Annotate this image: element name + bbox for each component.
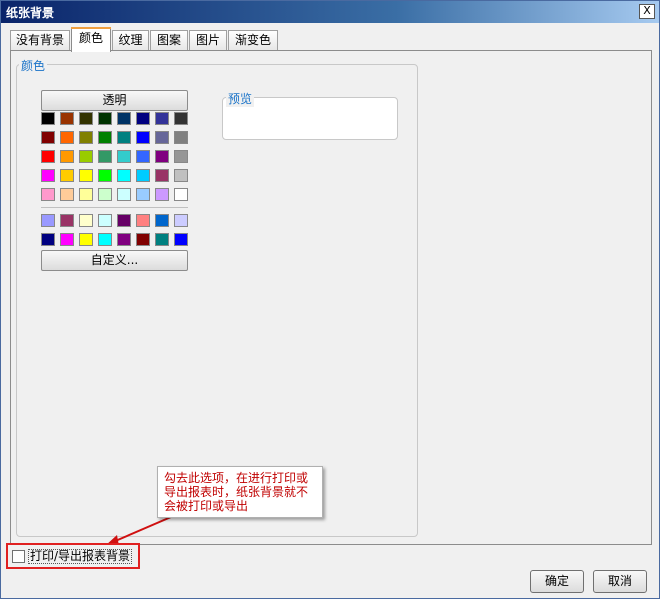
color-swatch[interactable] [117,188,131,201]
color-swatch[interactable] [79,233,93,246]
color-swatch[interactable] [136,188,150,201]
color-swatch[interactable] [155,169,169,182]
color-swatch[interactable] [60,169,74,182]
dialog-window: 纸张背景 X 没有背景 颜色 纹理 图案 图片 渐变色 颜色 透明 自定义...… [0,0,660,599]
color-swatch[interactable] [174,214,188,227]
color-swatch[interactable] [117,112,131,125]
color-swatch[interactable] [98,150,112,163]
window-title: 纸张背景 [6,6,55,20]
print-background-checkbox[interactable] [12,550,25,563]
color-swatch[interactable] [98,214,112,227]
color-swatch[interactable] [79,112,93,125]
color-swatch[interactable] [41,112,55,125]
color-swatch[interactable] [60,233,74,246]
color-swatch[interactable] [60,150,74,163]
ok-button[interactable]: 确定 [530,570,584,593]
color-swatch[interactable] [98,112,112,125]
tab-color[interactable]: 颜色 [71,27,111,52]
color-swatch[interactable] [60,131,74,144]
color-swatch[interactable] [79,150,93,163]
color-group-label: 颜色 [19,57,48,74]
preview-label: 预览 [226,90,255,107]
color-swatch[interactable] [174,233,188,246]
transparent-button[interactable]: 透明 [41,90,188,111]
color-swatch[interactable] [98,169,112,182]
color-swatch[interactable] [41,233,55,246]
color-swatch[interactable] [174,188,188,201]
custom-color-button[interactable]: 自定义... [41,250,188,271]
color-swatch[interactable] [174,131,188,144]
color-swatch[interactable] [117,150,131,163]
color-swatch[interactable] [41,188,55,201]
cancel-button[interactable]: 取消 [593,570,647,593]
color-swatch[interactable] [117,214,131,227]
color-swatch[interactable] [60,214,74,227]
color-swatch[interactable] [41,150,55,163]
tab-no-background[interactable]: 没有背景 [10,30,70,51]
color-swatch[interactable] [155,233,169,246]
color-swatch[interactable] [155,131,169,144]
palette-separator [41,207,188,208]
color-swatch[interactable] [155,188,169,201]
title-bar[interactable]: 纸张背景 X [1,1,659,23]
color-swatch[interactable] [117,233,131,246]
print-background-label[interactable]: 打印/导出报表背景 [28,549,133,564]
color-swatch[interactable] [60,188,74,201]
tab-image[interactable]: 图片 [189,30,227,51]
print-option-highlight: 打印/导出报表背景 [6,543,140,569]
close-button[interactable]: X [639,4,655,19]
color-swatch[interactable] [79,188,93,201]
callout-note: 勾去此选项，在进行打印或导出报表时，纸张背景就不会被打印或导出 [157,466,323,518]
color-swatch[interactable] [60,112,74,125]
color-swatch[interactable] [117,169,131,182]
color-swatch[interactable] [41,214,55,227]
color-swatch[interactable] [155,150,169,163]
color-swatch[interactable] [117,131,131,144]
color-palette: 透明 自定义... [41,90,188,271]
color-swatch[interactable] [79,169,93,182]
color-swatch[interactable] [41,131,55,144]
color-swatch[interactable] [98,233,112,246]
color-swatch[interactable] [155,214,169,227]
color-swatch[interactable] [174,112,188,125]
color-swatch[interactable] [41,169,55,182]
color-swatch[interactable] [98,188,112,201]
color-swatch[interactable] [155,112,169,125]
color-swatch[interactable] [98,131,112,144]
color-swatch[interactable] [136,131,150,144]
tab-pattern[interactable]: 图案 [150,30,188,51]
tab-texture[interactable]: 纹理 [112,30,149,51]
color-swatch[interactable] [79,131,93,144]
color-swatch[interactable] [136,214,150,227]
color-swatch[interactable] [136,233,150,246]
color-swatch[interactable] [174,150,188,163]
color-swatch[interactable] [136,150,150,163]
color-swatch[interactable] [136,169,150,182]
tab-gradient[interactable]: 渐变色 [228,30,278,51]
color-swatch[interactable] [79,214,93,227]
color-swatch[interactable] [136,112,150,125]
color-swatch[interactable] [174,169,188,182]
